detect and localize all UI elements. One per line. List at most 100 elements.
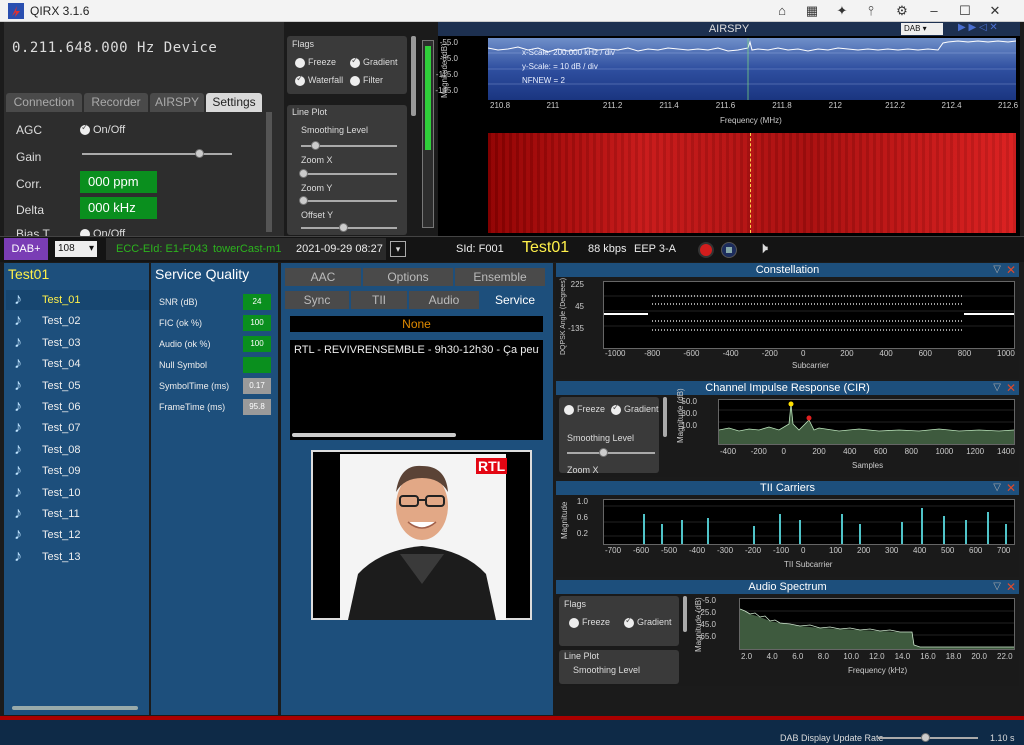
thermometer-icon[interactable]: ⫯	[862, 3, 880, 19]
x-tick-label: 500	[941, 546, 955, 555]
waterfall-plot[interactable]	[488, 133, 1016, 233]
mode-select[interactable]: DAB ▾	[901, 23, 943, 35]
service-list-item[interactable]: ♪ Test_01	[6, 290, 149, 310]
tab-connection[interactable]: Connection	[6, 93, 82, 112]
service-list-item[interactable]: ♪ Test_07	[6, 418, 149, 438]
center-tab-aac[interactable]: AAC	[285, 268, 361, 286]
quality-label: FrameTime (ms)	[159, 402, 226, 412]
play-icon[interactable]: ▶ ▶ ◁ ✕	[958, 22, 998, 33]
x-tick-label: 211.6	[715, 101, 736, 110]
audio-lineplot: Line Plot Smoothing Level	[559, 650, 679, 684]
x-tick-label: 600	[969, 546, 983, 555]
audio-freeze-toggle[interactable]: Freeze	[569, 617, 610, 628]
tab-airspy[interactable]: AIRSPY	[150, 93, 204, 112]
offset-y-knob[interactable]	[339, 223, 348, 232]
center-tab-audio[interactable]: Audio	[409, 291, 479, 309]
service-list-item[interactable]: ♪ Test_03	[6, 333, 149, 353]
tab-recorder[interactable]: Recorder	[84, 93, 148, 112]
delta-field[interactable]: 000 kHz	[80, 197, 157, 219]
y-tick-label: 30.0	[681, 409, 697, 418]
zoom-x-slider[interactable]	[301, 173, 397, 175]
audio-menu-icon[interactable]: ▽	[993, 580, 1001, 594]
zoom-y-slider[interactable]	[301, 200, 397, 202]
audio-scrollbar[interactable]	[683, 596, 687, 632]
corr-field[interactable]: 000 ppm	[80, 171, 157, 193]
update-rate-knob[interactable]	[921, 733, 930, 742]
center-tab-service[interactable]: Service	[481, 291, 549, 309]
zoom-y-knob[interactable]	[299, 196, 308, 205]
service-list-item[interactable]: ♪ Test_02	[6, 311, 149, 331]
y-tick-label: 1.0	[576, 497, 588, 506]
settings-scrollbar[interactable]	[266, 112, 272, 232]
service-list-item[interactable]: ♪ Test_04	[6, 354, 149, 374]
stop-button[interactable]	[721, 242, 737, 258]
spectrum-plot[interactable]: x-Scale: 200.000 kHz / div y-Scale: = 10…	[487, 38, 1017, 100]
x-tick-label: 600	[873, 447, 888, 456]
home-icon[interactable]: ⌂	[773, 3, 791, 19]
x-tick-label: 12.0	[869, 652, 885, 661]
close-icon[interactable]: ✕	[986, 3, 1004, 19]
service-list-scrollbar[interactable]	[12, 706, 138, 710]
service-list-item[interactable]: ♪ Test_08	[6, 440, 149, 460]
x-tick-label: 400	[879, 349, 893, 358]
cir-trace	[718, 401, 1015, 444]
service-list-item[interactable]: ♪ Test_11	[6, 504, 149, 524]
freeze-toggle[interactable]: Freeze	[295, 57, 336, 68]
center-tab-tii[interactable]: TII	[351, 291, 407, 309]
center-tab-ensemble[interactable]: Ensemble	[455, 268, 545, 286]
bias-toggle[interactable]: On/Off	[80, 228, 125, 236]
x-tick-label: 200	[812, 447, 826, 456]
minimize-icon[interactable]: –	[925, 3, 943, 19]
center-tab-sync[interactable]: Sync	[285, 291, 349, 309]
cir-smoothing-slider[interactable]	[567, 452, 655, 454]
agc-toggle[interactable]: On/Off	[80, 122, 125, 136]
center-tab-options[interactable]: Options	[363, 268, 453, 286]
service-list-item[interactable]: ♪ Test_10	[6, 483, 149, 503]
audio-gradient-toggle[interactable]: Gradient	[624, 615, 672, 628]
y-tick-label: -145.0	[435, 86, 458, 95]
flags-scrollbar[interactable]	[411, 36, 416, 116]
filter-toggle[interactable]: Filter	[350, 75, 383, 86]
dab-plus-button[interactable]: DAB+	[4, 238, 48, 260]
service-list-item[interactable]: ♪ Test_09	[6, 461, 149, 481]
service-list-item[interactable]: ♪ Test_12	[6, 525, 149, 545]
gear-icon[interactable]: ⚙	[893, 3, 911, 19]
speaker-icon[interactable]: 🕨	[758, 240, 768, 258]
cir-menu-icon[interactable]: ▽	[993, 381, 1001, 395]
gradient-toggle[interactable]: Gradient	[350, 55, 398, 68]
sid-label: SId: F001	[456, 243, 504, 255]
service-list-item[interactable]: ♪ Test_05	[6, 376, 149, 396]
smoothing-knob[interactable]	[311, 141, 320, 150]
record-button[interactable]	[698, 242, 714, 258]
dls-text-box: RTL - REVIVRENSEMBLE - 9h30-12h30 - Ça p…	[290, 340, 543, 440]
tab-settings[interactable]: Settings	[206, 93, 262, 112]
offset-y-slider[interactable]	[301, 227, 397, 229]
channel-select[interactable]: 108 ▾	[55, 241, 97, 257]
audio-close-icon[interactable]: ✕	[1006, 580, 1016, 594]
tii-close-icon[interactable]: ✕	[1006, 481, 1016, 495]
waterfall-toggle[interactable]: Waterfall	[295, 73, 343, 86]
satellite-icon[interactable]: ✦	[833, 3, 851, 19]
chevron-down-icon: ▾	[88, 243, 94, 254]
cir-freeze-toggle[interactable]: Freeze	[564, 404, 605, 415]
service-list-item[interactable]: ♪ Test_13	[6, 547, 149, 567]
cir-gradient-toggle[interactable]: Gradient	[611, 402, 659, 415]
constellation-close-icon[interactable]: ✕	[1006, 263, 1016, 277]
maximize-icon[interactable]: ☐	[956, 3, 974, 19]
mode-select-value: DAB	[904, 24, 921, 33]
cir-close-icon[interactable]: ✕	[1006, 381, 1016, 395]
delta-label: Delta	[16, 203, 45, 217]
cir-smoothing-knob[interactable]	[599, 448, 608, 457]
map-icon[interactable]: ▦	[803, 3, 821, 19]
expand-chevron-icon[interactable]: ▾	[390, 241, 406, 257]
constellation-menu-icon[interactable]: ▽	[993, 263, 1001, 277]
cir-scrollbar[interactable]	[663, 397, 667, 437]
gain-slider-knob[interactable]	[195, 149, 204, 158]
zoom-x-knob[interactable]	[299, 169, 308, 178]
service-list-item[interactable]: ♪ Test_06	[6, 397, 149, 417]
dls-scrollbar[interactable]	[292, 433, 456, 437]
x-tick-label: 700	[997, 546, 1011, 555]
app-logo-icon	[8, 3, 24, 19]
gain-slider[interactable]	[82, 153, 232, 155]
tii-menu-icon[interactable]: ▽	[993, 481, 1001, 495]
